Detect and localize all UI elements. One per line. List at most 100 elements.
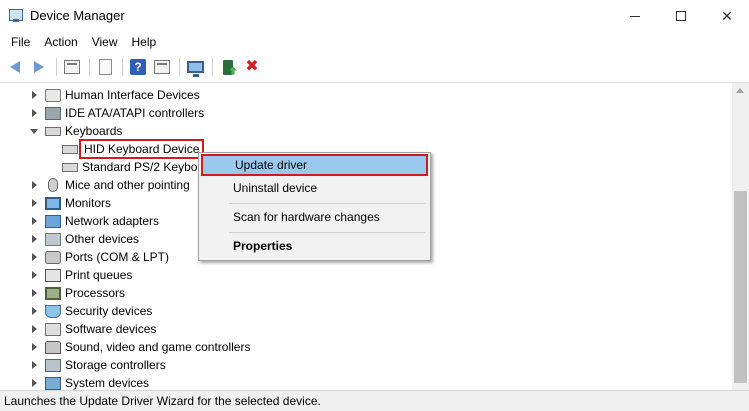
tree-item-hid-keyboard-device[interactable]: HID Keyboard Device [62, 139, 205, 159]
menu-bar: File Action View Help [0, 32, 749, 52]
expand-chevron-icon[interactable] [30, 91, 38, 99]
help-icon: ? [130, 59, 146, 75]
other-devices-icon [45, 232, 61, 246]
tree-item-other-devices[interactable]: Other devices [30, 230, 139, 248]
tree-item-label: Other devices [65, 232, 140, 246]
ports-icon [45, 250, 61, 264]
toolbar-separator [89, 58, 90, 76]
context-uninstall-device[interactable]: Uninstall device [201, 177, 428, 199]
tree-item-monitors[interactable]: Monitors [30, 194, 111, 212]
expand-chevron-icon[interactable] [30, 109, 38, 117]
update-driver-button[interactable] [217, 56, 239, 78]
tree-item-storage-controllers[interactable]: Storage controllers [30, 356, 166, 374]
tree-item-label: Software devices [65, 322, 157, 336]
collapse-chevron-icon[interactable] [30, 127, 38, 135]
tree-item-label: HID Keyboard Device [79, 139, 205, 159]
expand-chevron-icon[interactable] [30, 343, 38, 351]
close-icon: ✕ [721, 7, 733, 24]
scroll-up-icon[interactable] [736, 88, 744, 93]
title-bar: Device Manager ✕ [0, 0, 749, 32]
context-scan-hardware[interactable]: Scan for hardware changes [201, 206, 428, 228]
minimize-icon [630, 15, 640, 17]
scan-hardware-icon [186, 61, 204, 77]
minimize-button[interactable] [612, 0, 658, 32]
forward-button[interactable] [28, 56, 50, 78]
show-hide-console-tree-button[interactable] [61, 56, 83, 78]
tree-item-label: Sound, video and game controllers [65, 340, 251, 354]
tree-item-label: Mice and other pointing [65, 178, 190, 192]
tree-item-label: IDE ATA/ATAPI controllers [65, 106, 205, 120]
window-title: Device Manager [30, 8, 125, 23]
monitor-icon [45, 196, 61, 210]
show-hide-console-tree-icon [64, 60, 80, 74]
tree-item-human-interface-devices[interactable]: Human Interface Devices [30, 86, 200, 104]
expand-chevron-icon[interactable] [30, 199, 38, 207]
expand-chevron-icon[interactable] [30, 361, 38, 369]
menu-view[interactable]: View [85, 32, 125, 52]
menu-help[interactable]: Help [125, 32, 164, 52]
scrollbar-thumb[interactable] [734, 191, 747, 383]
expand-chevron-icon[interactable] [30, 307, 38, 315]
context-update-driver[interactable]: Update driver [201, 154, 428, 176]
context-menu: Update driver Uninstall device Scan for … [198, 152, 431, 261]
back-button[interactable] [4, 56, 26, 78]
maximize-button[interactable] [658, 0, 704, 32]
tree-item-label: Storage controllers [65, 358, 166, 372]
forward-icon [34, 61, 44, 73]
toolbar: ? ✖ [0, 54, 749, 80]
storage-controller-icon [45, 358, 61, 372]
maximize-icon [676, 11, 686, 21]
tree-item-ports[interactable]: Ports (COM & LPT) [30, 248, 169, 266]
tree-item-ide-controllers[interactable]: IDE ATA/ATAPI controllers [30, 104, 204, 122]
tree-item-software-devices[interactable]: Software devices [30, 320, 156, 338]
expand-chevron-icon[interactable] [30, 217, 38, 225]
context-properties[interactable]: Properties [201, 235, 428, 257]
update-driver-icon [223, 59, 233, 75]
tree-item-system-devices[interactable]: System devices [30, 374, 149, 390]
vertical-scrollbar[interactable] [732, 83, 749, 390]
tree-item-network-adapters[interactable]: Network adapters [30, 212, 159, 230]
software-device-icon [45, 322, 61, 336]
expand-chevron-icon[interactable] [30, 181, 38, 189]
action-pane-button[interactable] [151, 56, 173, 78]
tree-item-standard-ps2-keyboard[interactable]: Standard PS/2 Keyboa [62, 158, 204, 176]
keyboard-icon [45, 126, 61, 136]
expand-chevron-icon[interactable] [30, 379, 38, 387]
hid-icon [45, 88, 61, 102]
uninstall-icon: ✖ [245, 58, 259, 75]
menu-separator [229, 232, 425, 233]
tree-item-processors[interactable]: Processors [30, 284, 125, 302]
menu-action[interactable]: Action [37, 32, 84, 52]
expand-chevron-icon[interactable] [30, 325, 38, 333]
tree-item-label: Print queues [65, 268, 133, 282]
tree-item-label: Human Interface Devices [65, 88, 200, 102]
status-text: Launches the Update Driver Wizard for th… [4, 394, 321, 408]
properties-icon [98, 59, 112, 75]
help-button[interactable]: ? [127, 56, 149, 78]
uninstall-button[interactable]: ✖ [241, 56, 263, 78]
expand-chevron-icon[interactable] [30, 289, 38, 297]
expand-chevron-icon[interactable] [30, 253, 38, 261]
tree-item-print-queues[interactable]: Print queues [30, 266, 132, 284]
ide-controller-icon [45, 106, 61, 120]
close-button[interactable]: ✕ [704, 0, 749, 32]
tree-item-sound-video-game[interactable]: Sound, video and game controllers [30, 338, 250, 356]
tree-item-mice[interactable]: Mice and other pointing [30, 176, 190, 194]
tree-item-label: Security devices [65, 304, 153, 318]
network-adapter-icon [45, 214, 61, 228]
tree-item-security-devices[interactable]: Security devices [30, 302, 152, 320]
tree-item-keyboards[interactable]: Keyboards [30, 122, 122, 140]
expand-chevron-icon[interactable] [30, 235, 38, 243]
action-pane-icon [154, 60, 170, 74]
properties-button[interactable] [94, 56, 116, 78]
scan-hardware-button[interactable] [184, 56, 206, 78]
tree-item-label: Monitors [65, 196, 112, 210]
back-icon [10, 61, 20, 73]
tree-item-label: Ports (COM & LPT) [65, 250, 170, 264]
expand-chevron-icon[interactable] [30, 271, 38, 279]
keyboard-icon [62, 144, 78, 154]
status-bar: Launches the Update Driver Wizard for th… [0, 390, 749, 411]
menu-file[interactable]: File [4, 32, 37, 52]
tree-item-label: Keyboards [65, 124, 123, 138]
toolbar-separator [56, 58, 57, 76]
